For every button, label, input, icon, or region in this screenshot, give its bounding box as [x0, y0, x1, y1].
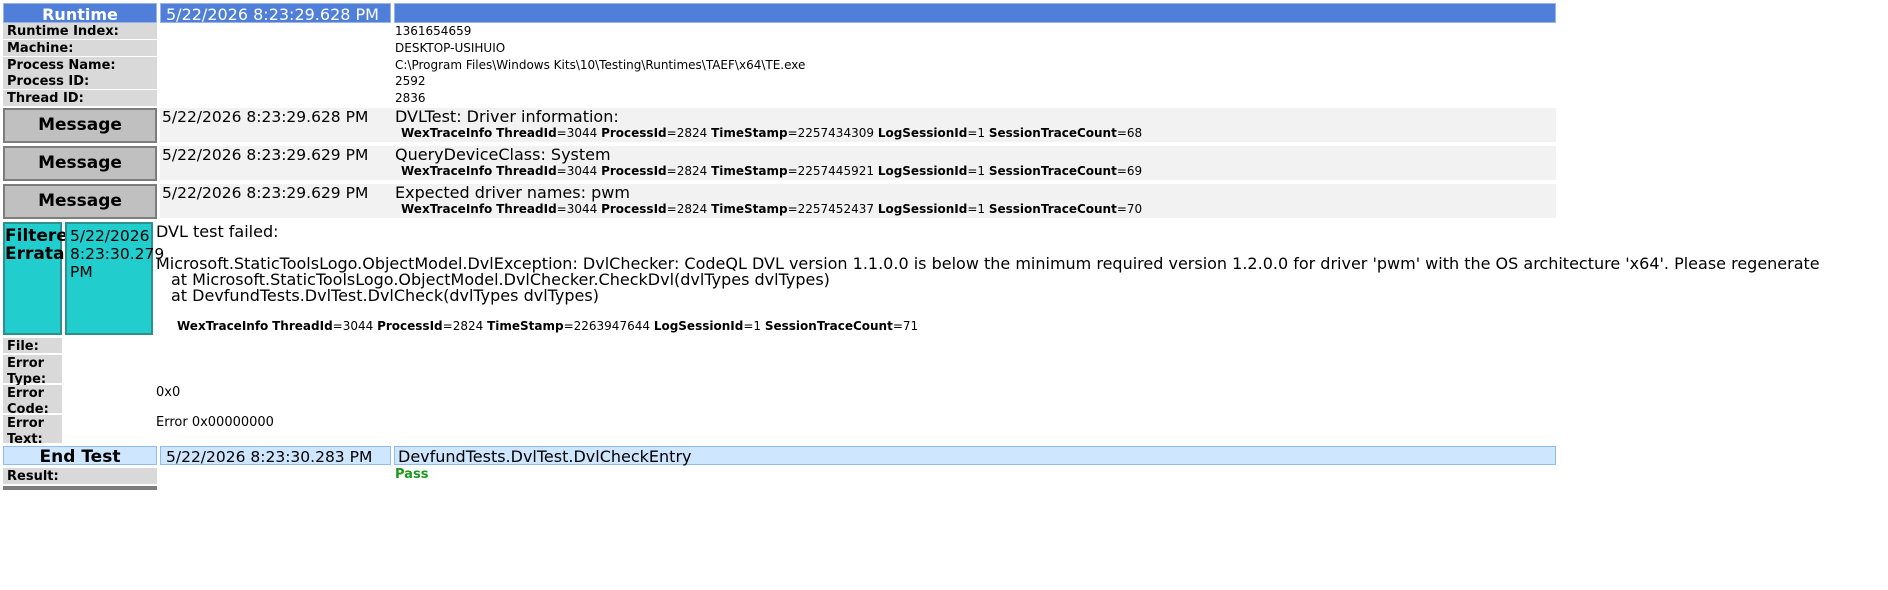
- wex-process-key: ProcessId: [601, 164, 667, 178]
- wex-session-key: LogSessionId: [877, 164, 968, 178]
- message-timestamp: 5/22/2026 8:23:29.628 PM: [162, 108, 369, 126]
- end-test-button[interactable]: End Test: [3, 446, 157, 467]
- errata-title: DVL test failed:: [156, 222, 279, 241]
- process-name-label: Process Name:: [3, 57, 157, 73]
- message-text: Expected driver names: pwm: [395, 183, 630, 202]
- runtime-timestamp: 5/22/2026 8:23:29.628 PM: [160, 3, 391, 24]
- wex-thread-key: ThreadId: [496, 164, 557, 178]
- error-text-label: Error Text:: [3, 415, 62, 447]
- error-text-value: Error 0x00000000: [156, 415, 274, 430]
- filtered-errata-button[interactable]: Filtered Errata: [3, 222, 80, 335]
- error-code-label: Error Code:: [3, 385, 62, 417]
- message-button[interactable]: Message: [3, 146, 157, 181]
- wex-timestamp-value: =2257434309: [787, 126, 874, 140]
- wex-prefix: WexTraceInfo: [401, 202, 493, 216]
- runtime-label: Runtime: [3, 3, 157, 24]
- thread-id-label: Thread ID:: [3, 90, 157, 106]
- process-id-label: Process ID:: [3, 73, 157, 89]
- wex-process-key: ProcessId: [377, 319, 443, 333]
- wex-prefix: WexTraceInfo: [401, 164, 493, 178]
- wex-process-key: ProcessId: [601, 202, 667, 216]
- wex-thread-value: =3044: [332, 319, 374, 333]
- wex-count-key: SessionTraceCount: [988, 164, 1117, 178]
- wex-process-value: =2824: [666, 202, 708, 216]
- wex-thread-value: =3044: [556, 164, 598, 178]
- wex-thread-key: ThreadId: [496, 202, 557, 216]
- wex-timestamp-key: TimeStamp: [711, 164, 788, 178]
- wex-process-value: =2824: [442, 319, 484, 333]
- errata-timestamp: 5/22/2026 8:23:30.279 PM: [65, 222, 164, 335]
- process-name-value: C:\Program Files\Windows Kits\10\Testing…: [395, 58, 806, 72]
- wex-session-key: LogSessionId: [653, 319, 744, 333]
- wex-prefix: WexTraceInfo: [177, 319, 269, 333]
- message-timestamp: 5/22/2026 8:23:29.629 PM: [162, 146, 369, 164]
- error-type-label: Error Type:: [3, 355, 62, 387]
- wex-prefix: WexTraceInfo: [401, 126, 493, 140]
- end-test-name: DevfundTests.DvlTest.DvlCheckEntry: [394, 446, 1556, 466]
- result-label: Result:: [3, 468, 157, 484]
- wex-timestamp-key: TimeStamp: [711, 126, 788, 140]
- wex-count-value: =71: [892, 319, 919, 333]
- runtime-index-value: 1361654659: [395, 24, 472, 38]
- wex-session-value: =1: [967, 164, 986, 178]
- wex-timestamp-key: TimeStamp: [711, 202, 788, 216]
- wex-session-value: =1: [743, 319, 762, 333]
- wex-trace-info: WexTraceInfo ThreadId=3044 ProcessId=282…: [401, 202, 1142, 216]
- wex-thread-value: =3044: [556, 202, 598, 216]
- wex-count-key: SessionTraceCount: [764, 319, 893, 333]
- thread-id-value: 2836: [395, 91, 426, 105]
- message-text: DVLTest: Driver information:: [395, 107, 619, 126]
- wex-process-value: =2824: [666, 164, 708, 178]
- wex-trace-info: WexTraceInfo ThreadId=3044 ProcessId=282…: [177, 319, 918, 333]
- wex-session-value: =1: [967, 202, 986, 216]
- message-text: QueryDeviceClass: System: [395, 145, 611, 164]
- errata-stack-line: at DevfundTests.DvlTest.DvlCheck(dvlType…: [171, 286, 599, 305]
- wex-count-value: =69: [1116, 164, 1143, 178]
- message-button[interactable]: Message: [3, 108, 157, 143]
- wex-process-key: ProcessId: [601, 126, 667, 140]
- message-button[interactable]: [3, 486, 157, 490]
- file-label: File:: [3, 338, 62, 354]
- machine-value: DESKTOP-USIHUIO: [395, 41, 506, 55]
- wex-session-value: =1: [967, 126, 986, 140]
- wex-timestamp-value: =2263947644: [563, 319, 650, 333]
- result-value: Pass: [395, 467, 429, 482]
- wex-count-value: =70: [1116, 202, 1143, 216]
- machine-label: Machine:: [3, 40, 157, 56]
- error-code-value: 0x0: [156, 385, 181, 400]
- runtime-header-fill: [394, 3, 1556, 23]
- wex-process-value: =2824: [666, 126, 708, 140]
- wex-count-key: SessionTraceCount: [988, 202, 1117, 216]
- wex-timestamp-key: TimeStamp: [487, 319, 564, 333]
- message-button[interactable]: Message: [3, 184, 157, 219]
- end-test-timestamp: 5/22/2026 8:23:30.283 PM: [160, 446, 391, 466]
- wex-session-key: LogSessionId: [877, 126, 968, 140]
- wex-timestamp-value: =2257445921: [787, 164, 874, 178]
- wex-trace-info: WexTraceInfo ThreadId=3044 ProcessId=282…: [401, 126, 1142, 140]
- runtime-index-label: Runtime Index:: [3, 23, 157, 39]
- wex-thread-key: ThreadId: [496, 126, 557, 140]
- wex-trace-info: WexTraceInfo ThreadId=3044 ProcessId=282…: [401, 164, 1142, 178]
- wex-thread-value: =3044: [556, 126, 598, 140]
- message-timestamp: 5/22/2026 8:23:29.629 PM: [162, 184, 369, 202]
- process-id-value: 2592: [395, 74, 426, 88]
- wex-timestamp-value: =2257452437: [787, 202, 874, 216]
- wex-count-value: =68: [1116, 126, 1143, 140]
- wex-session-key: LogSessionId: [877, 202, 968, 216]
- wex-count-key: SessionTraceCount: [988, 126, 1117, 140]
- wex-thread-key: ThreadId: [272, 319, 333, 333]
